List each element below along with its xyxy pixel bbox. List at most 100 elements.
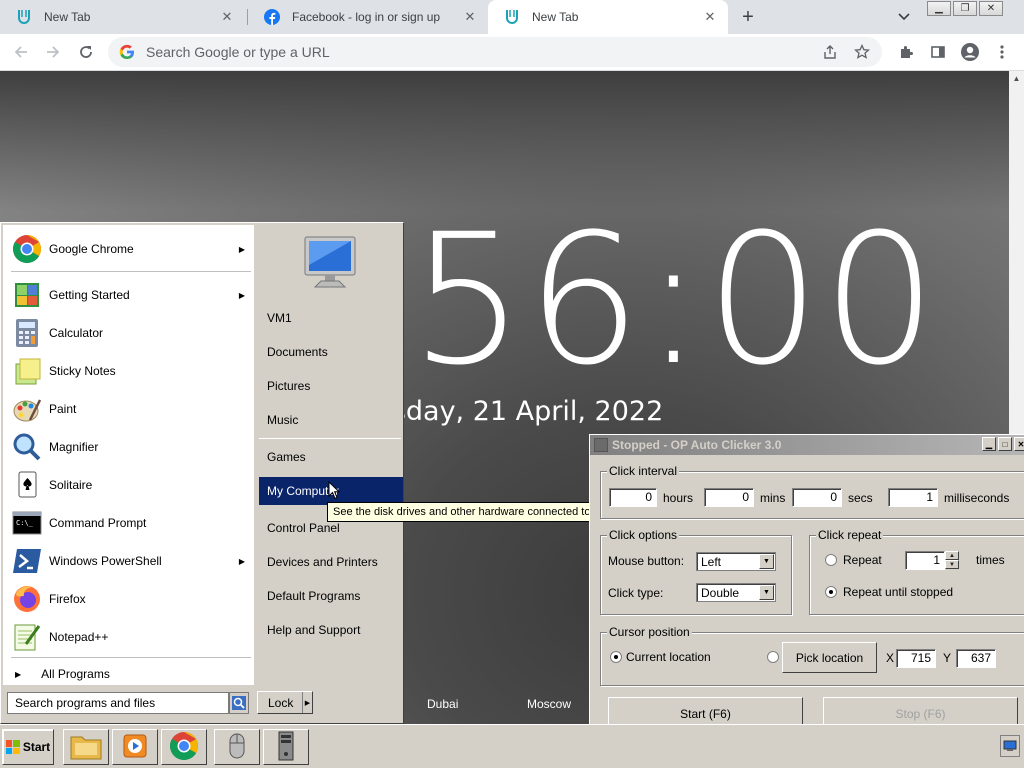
- menu-kebab-icon[interactable]: [990, 40, 1014, 64]
- omnibox[interactable]: Search Google or type a URL: [108, 37, 882, 67]
- close-icon[interactable]: ✕: [1014, 437, 1024, 451]
- y-coordinate-input[interactable]: 637: [956, 649, 996, 668]
- program-windows-powershell[interactable]: Windows PowerShell ▶: [11, 543, 251, 579]
- start-search-input[interactable]: Search programs and files: [7, 692, 229, 714]
- stop-button[interactable]: Stop (F6): [823, 697, 1018, 724]
- taskbar-mouse[interactable]: [214, 729, 260, 765]
- side-panel-icon[interactable]: [926, 40, 950, 64]
- maximize-icon[interactable]: □: [998, 437, 1012, 451]
- bookmark-star-icon[interactable]: [850, 40, 874, 64]
- mouse-button-select[interactable]: Left ▼: [696, 552, 776, 571]
- click-type-select[interactable]: Double ▼: [696, 583, 776, 602]
- tab-strip: New Tab ✕ Facebook - log in or sign up ✕…: [0, 0, 1024, 34]
- magnifier-icon: [11, 431, 43, 463]
- minimize-icon[interactable]: ▁: [982, 437, 996, 451]
- place-help-and-support[interactable]: Help and Support: [259, 616, 403, 644]
- repeat-radio[interactable]: [825, 554, 837, 566]
- start-label: Start: [22, 740, 51, 754]
- show-desktop-icon[interactable]: [1000, 735, 1020, 757]
- start-button[interactable]: Start (F6): [608, 697, 803, 724]
- program-label: Sticky Notes: [49, 364, 116, 378]
- program-solitaire[interactable]: Solitaire: [11, 467, 251, 503]
- pick-location-radio[interactable]: [767, 651, 779, 663]
- tab-new-tab-active[interactable]: New Tab ✕: [488, 0, 728, 34]
- restore-icon[interactable]: ❐: [953, 1, 977, 16]
- scroll-up-icon[interactable]: ▲: [1009, 71, 1024, 86]
- secs-input[interactable]: 0: [792, 488, 842, 507]
- group-label: Click options: [607, 528, 680, 542]
- spin-up-icon[interactable]: ▲: [945, 551, 959, 560]
- tab-new-tab-1[interactable]: New Tab ✕: [0, 0, 245, 34]
- media-player-icon: [120, 731, 150, 764]
- minimize-icon[interactable]: ▁: [927, 1, 951, 16]
- taskbar-chrome[interactable]: [161, 729, 207, 765]
- windows-logo-icon: [5, 740, 20, 754]
- program-google-chrome[interactable]: Google Chrome ▶: [11, 231, 251, 267]
- place-documents[interactable]: Documents: [259, 338, 403, 366]
- search-icon[interactable]: [229, 692, 249, 714]
- program-label: Command Prompt: [49, 516, 147, 530]
- repeat-until-stopped-radio[interactable]: [825, 586, 837, 598]
- place-games[interactable]: Games: [259, 443, 403, 471]
- place-devices-and-printers[interactable]: Devices and Printers: [259, 548, 403, 576]
- auto-clicker-titlebar[interactable]: Stopped - OP Auto Clicker 3.0 ▁ □ ✕: [590, 435, 1024, 455]
- forward-icon[interactable]: [41, 40, 65, 64]
- place-music[interactable]: Music: [259, 406, 403, 434]
- reload-icon[interactable]: [74, 40, 98, 64]
- milliseconds-input[interactable]: 1: [888, 488, 938, 507]
- repeat-count-input[interactable]: 1: [905, 551, 945, 570]
- mins-label: mins: [760, 491, 786, 505]
- current-location-radio[interactable]: [610, 651, 622, 663]
- close-icon[interactable]: ✕: [219, 9, 235, 25]
- back-icon[interactable]: [9, 40, 33, 64]
- lock-label: Lock: [268, 695, 294, 710]
- pick-location-button[interactable]: Pick location: [782, 642, 877, 673]
- program-notepadpp[interactable]: Notepad++: [11, 619, 251, 655]
- all-programs-button[interactable]: ▶ All Programs: [15, 667, 110, 681]
- mins-input[interactable]: 0: [704, 488, 754, 507]
- start-button[interactable]: Start: [2, 729, 54, 765]
- clock-display: 56:00: [410, 196, 939, 405]
- program-label: Google Chrome: [49, 242, 134, 256]
- place-vm1[interactable]: VM1: [259, 304, 403, 332]
- start-menu-places: VM1 Documents Pictures Music Games My Co…: [257, 225, 403, 685]
- place-pictures[interactable]: Pictures: [259, 372, 403, 400]
- calculator-icon: [11, 317, 43, 349]
- program-label: Calculator: [49, 326, 104, 340]
- program-label: Magnifier: [49, 440, 99, 454]
- share-icon[interactable]: [818, 40, 842, 64]
- close-icon[interactable]: ✕: [979, 1, 1003, 16]
- taskbar-media-player[interactable]: [112, 729, 158, 765]
- new-tab-button[interactable]: +: [736, 6, 760, 28]
- tab-facebook[interactable]: Facebook - log in or sign up ✕: [248, 0, 488, 34]
- program-firefox[interactable]: Firefox: [11, 581, 251, 617]
- extensions-icon[interactable]: [894, 40, 918, 64]
- taskbar: Start: [0, 724, 1024, 768]
- spin-down-icon[interactable]: ▼: [945, 560, 959, 569]
- program-paint[interactable]: Paint: [11, 391, 251, 427]
- program-magnifier[interactable]: Magnifier: [11, 429, 251, 465]
- lock-button[interactable]: Lock ▶: [257, 691, 313, 714]
- submenu-arrow-icon: ▶: [238, 290, 245, 300]
- taskbar-explorer[interactable]: [63, 729, 109, 765]
- profile-avatar-icon[interactable]: [958, 40, 982, 64]
- program-getting-started[interactable]: Getting Started ▶: [11, 277, 251, 313]
- current-location-label: Current location: [626, 650, 711, 664]
- tab-search-icon[interactable]: [894, 8, 914, 26]
- program-label: Notepad++: [49, 630, 109, 644]
- dropdown-arrow-icon[interactable]: ▼: [759, 554, 774, 569]
- program-sticky-notes[interactable]: Sticky Notes: [11, 353, 251, 389]
- close-icon[interactable]: ✕: [462, 9, 478, 25]
- repeat-spinner[interactable]: ▲ ▼: [945, 551, 959, 570]
- x-label: X: [886, 651, 895, 665]
- program-command-prompt[interactable]: C:\_ Command Prompt: [11, 505, 251, 541]
- close-icon[interactable]: ✕: [702, 9, 718, 25]
- x-coordinate-input[interactable]: 715: [896, 649, 936, 668]
- taskbar-autoclicker[interactable]: [263, 729, 309, 765]
- lock-options-arrow-icon[interactable]: ▶: [302, 692, 312, 713]
- hours-input[interactable]: 0: [609, 488, 657, 507]
- program-calculator[interactable]: Calculator: [11, 315, 251, 351]
- solitaire-icon: [11, 469, 43, 501]
- dropdown-arrow-icon[interactable]: ▼: [759, 585, 774, 600]
- place-default-programs[interactable]: Default Programs: [259, 582, 403, 610]
